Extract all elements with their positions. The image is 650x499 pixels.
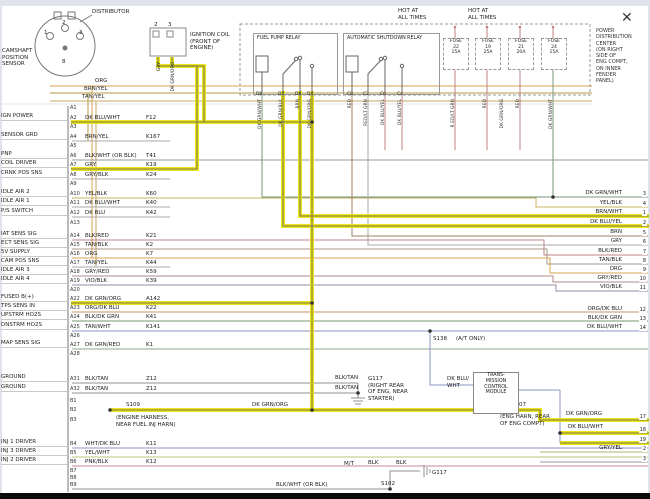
bottom-window-edge: [0, 493, 650, 499]
wire-label: 2: [154, 22, 158, 29]
wire-label: D6: [295, 92, 301, 97]
pdc-note: POWER DISTRIBUTION CENTER (ON RIGHT SIDE…: [596, 28, 648, 84]
wire-label: S109: [126, 402, 140, 409]
wire-label: BLK: [396, 460, 406, 467]
wire-label: BLK/TAN: [335, 385, 358, 392]
wire-label: BLK/WHT (OR BLK): [276, 482, 328, 489]
wire-label: (ENGINE HARNESS, NEAR FUEL INJ HARN): [116, 415, 176, 428]
tcm-box: TRANS- MISSION CONTROL MODULE: [473, 372, 519, 414]
wire-label: BLK/TAN: [335, 375, 358, 382]
wire-label: D2: [278, 92, 284, 97]
wire-label: 8: [62, 59, 66, 66]
wire-label: 1: [44, 30, 48, 37]
wire-label: G117: [432, 470, 447, 477]
wire-label: IGNITION COIL (FRONT OF ENGINE): [190, 32, 230, 52]
wire-label: DK BLU/ WHT: [447, 376, 469, 389]
wire-label: D8: [256, 92, 262, 97]
wire-label: TAN/YEL: [82, 94, 105, 101]
wire-label: CAMSHAFT POSITION SENSOR: [2, 48, 32, 68]
wire-label: S138: [433, 336, 447, 343]
wire-label: DK BLU/WHT: [568, 424, 603, 431]
wire-label: (ENG HARN, REAR OF ENG COMPT): [500, 414, 550, 427]
wire-label: ORG: [95, 78, 107, 85]
wire-label: C4: [397, 92, 403, 97]
wiring-diagram-window: FUEL PUMP RELAYAUTOMATIC SHUTDOWN RELAY …: [0, 0, 650, 499]
wire-label: DK GRN/ORG: [171, 62, 176, 92]
close-icon[interactable]: ✕: [621, 10, 633, 26]
wire-label: 3: [79, 30, 83, 37]
wire-label: 2: [62, 20, 66, 27]
wire-label: DK GRN/ORG: [566, 411, 602, 418]
wire-label: HOT AT ALL TIMES: [468, 8, 496, 21]
wire-label: HOT AT ALL TIMES: [398, 8, 426, 21]
wire-label: C8: [347, 92, 353, 97]
wire-label: S102: [381, 481, 395, 488]
wire-label: M/T: [344, 461, 354, 468]
wire-label: GRY: [157, 62, 162, 71]
wire-label: BRN/YEL: [84, 86, 107, 93]
wire-label: G117 (RIGHT REAR OF ENG, NEAR STARTER): [368, 376, 408, 402]
tcm-label: TRANS- MISSION CONTROL MODULE: [484, 373, 507, 395]
wire-label: DK GRN/ORG: [252, 402, 288, 409]
wire-label: C2: [363, 92, 369, 97]
wire-label: 3: [168, 22, 172, 29]
wire-label: D4: [307, 92, 313, 97]
wire-label: BLK: [368, 460, 378, 467]
wire-label: DISTRIBUTOR: [92, 9, 129, 16]
wire-label: (A/T ONLY): [456, 336, 485, 343]
wire-label: C6: [380, 92, 386, 97]
